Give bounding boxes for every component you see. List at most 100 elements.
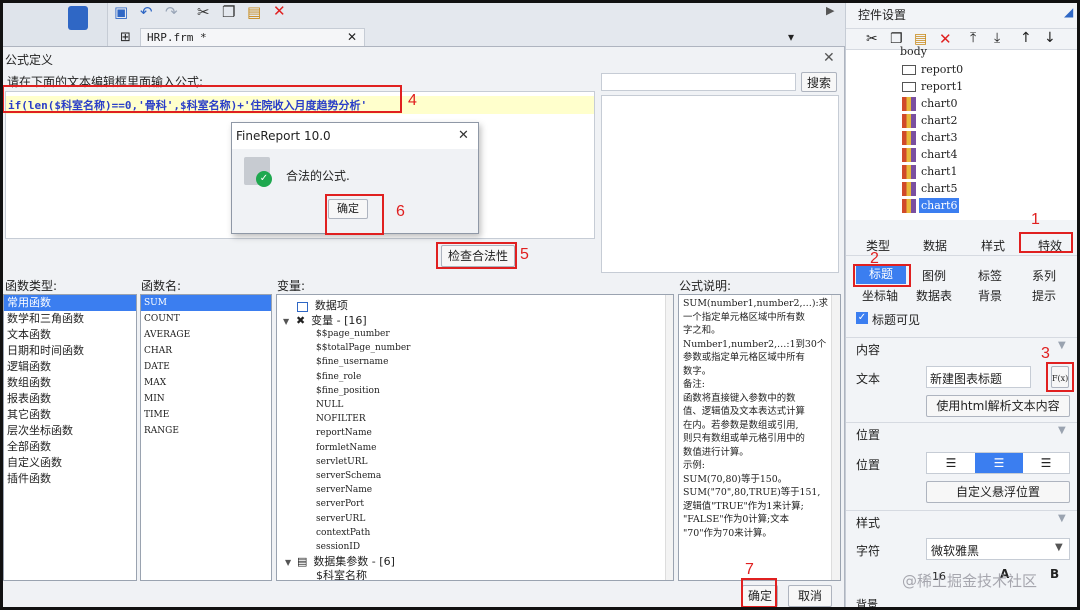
cut-icon[interactable]: ✂ (197, 3, 210, 21)
save-icon[interactable]: ▣ (114, 3, 128, 21)
list-item[interactable]: CHAR (141, 343, 271, 359)
move-down-icon[interactable]: ↓ (1044, 30, 1056, 46)
bold-icon[interactable]: B (1050, 567, 1059, 581)
list-item[interactable]: 其它函数 (4, 407, 136, 423)
custom-float-button[interactable]: 自定义悬浮位置 (926, 481, 1070, 503)
list-item[interactable]: NULL (316, 398, 410, 412)
expand-toggle-icon[interactable]: ▼ (283, 317, 289, 326)
list-item[interactable]: $fine_role (316, 370, 410, 384)
list-item[interactable]: serverPort (316, 497, 410, 511)
file-tab[interactable]: HRP.frm * ✕ (140, 28, 365, 48)
list-item[interactable]: 报表函数 (4, 391, 136, 407)
move-bottom-icon[interactable]: ⤓ (994, 30, 1000, 46)
list-item[interactable]: $科室名称 (316, 567, 367, 580)
list-item[interactable]: 常用函数 (4, 295, 136, 311)
cancel-button[interactable]: 取消 (788, 585, 832, 607)
subtab-series[interactable]: 系列 (1032, 267, 1056, 284)
subtab-axis[interactable]: 坐标轴 (862, 287, 898, 304)
tab-style[interactable]: 样式 (981, 237, 1005, 254)
search-input[interactable] (601, 73, 796, 91)
undo-icon[interactable]: ↶ (140, 3, 153, 21)
list-item[interactable]: formletName (316, 441, 410, 455)
tree-node-dataset-params[interactable]: ▼ ▤ 数据集参数 - [6] (285, 553, 395, 568)
move-up-icon[interactable]: ↑ (1020, 30, 1032, 46)
list-item[interactable]: 数组函数 (4, 375, 136, 391)
section-position-header[interactable]: 位置 ▼ (846, 422, 1080, 442)
list-item[interactable]: reportName (316, 426, 410, 440)
scrollbar[interactable] (831, 295, 840, 580)
ok-button[interactable]: 确定 (742, 585, 778, 607)
subtab-data-table[interactable]: 数据表 (916, 287, 952, 304)
align-right-icon[interactable]: ☰ (1023, 453, 1069, 473)
list-item[interactable]: 插件函数 (4, 471, 136, 487)
list-item[interactable]: $fine_username (316, 355, 410, 369)
list-item[interactable]: RANGE (141, 423, 271, 439)
list-item[interactable]: $fine_position (316, 384, 410, 398)
subtab-background[interactable]: 背景 (978, 287, 1002, 304)
align-center-icon[interactable]: ☰ (975, 453, 1023, 473)
list-item[interactable]: NOFILTER (316, 412, 410, 426)
list-item[interactable]: $$totalPage_number (316, 341, 410, 355)
tab-data[interactable]: 数据 (923, 237, 947, 254)
list-item[interactable]: MAX (141, 375, 271, 391)
variable-tree[interactable]: 数据项 ▼ ✖ 变量 - [16] $$page_number $$totalP… (276, 294, 674, 581)
font-select[interactable]: 微软雅黑 ▼ (926, 538, 1070, 560)
list-item[interactable]: SUM (141, 295, 271, 311)
scrollbar[interactable] (665, 295, 673, 580)
section-style-header[interactable]: 样式 ▼ (846, 510, 1080, 530)
copy-icon[interactable]: ❐ (222, 3, 235, 21)
list-item[interactable]: AVERAGE (141, 327, 271, 343)
tree-item[interactable]: body (880, 44, 927, 60)
list-item[interactable]: servletURL (316, 455, 410, 469)
list-item[interactable]: MIN (141, 391, 271, 407)
chevron-right-icon[interactable]: ▶ (826, 4, 834, 17)
brush-icon[interactable]: ▾ (788, 30, 794, 44)
close-tab-icon[interactable]: ✕ (347, 30, 357, 44)
list-item[interactable]: 全部函数 (4, 439, 136, 455)
func-name-list[interactable]: SUM COUNT AVERAGE CHAR DATE MAX MIN TIME… (140, 294, 272, 581)
list-item[interactable]: DATE (141, 359, 271, 375)
list-item[interactable]: 逻辑函数 (4, 359, 136, 375)
subtab-legend[interactable]: 图例 (922, 267, 946, 284)
list-item[interactable]: serverSchema (316, 469, 410, 483)
paste-icon[interactable]: ▤ (247, 3, 261, 21)
close-icon[interactable]: ✕ (458, 128, 469, 143)
search-results[interactable] (601, 95, 839, 273)
search-button[interactable]: 搜索 (801, 72, 837, 92)
delete-icon[interactable]: ✕ (939, 30, 952, 48)
align-left-icon[interactable]: ☰ (927, 453, 975, 473)
list-item[interactable]: serverURL (316, 512, 410, 526)
list-item[interactable]: 层次坐标函数 (4, 423, 136, 439)
subtab-title[interactable]: 标题 (856, 264, 906, 284)
tree-node-variables[interactable]: ▼ ✖ 变量 - [16] (283, 312, 367, 327)
form-icon[interactable] (68, 6, 88, 30)
popup-ok-button[interactable]: 确定 (328, 199, 368, 219)
list-item[interactable]: 文本函数 (4, 327, 136, 343)
close-icon[interactable]: ✕ (823, 50, 835, 66)
list-item[interactable]: 日期和时间函数 (4, 343, 136, 359)
subtab-tooltip[interactable]: 提示 (1032, 287, 1056, 304)
delete-icon[interactable]: ✕ (273, 2, 286, 20)
title-visible-checkbox[interactable]: ✓ (856, 312, 868, 324)
tab-effect[interactable]: 特效 (1038, 237, 1062, 254)
check-validity-button[interactable]: 检查合法性 (441, 245, 515, 267)
list-item[interactable]: COUNT (141, 311, 271, 327)
tree-node-data-item[interactable]: 数据项 (297, 297, 348, 312)
list-item[interactable]: 数学和三角函数 (4, 311, 136, 327)
list-item[interactable]: contextPath (316, 526, 410, 540)
subtab-label[interactable]: 标签 (978, 267, 1002, 284)
list-item[interactable]: TIME (141, 407, 271, 423)
func-type-list[interactable]: 常用函数 数学和三角函数 文本函数 日期和时间函数 逻辑函数 数组函数 报表函数… (3, 294, 137, 581)
list-item[interactable]: 自定义函数 (4, 455, 136, 471)
formula-button[interactable]: F(x) (1051, 366, 1069, 388)
list-item[interactable]: serverName (316, 483, 410, 497)
expand-toggle-icon[interactable]: ▼ (285, 558, 291, 567)
redo-icon[interactable]: ↷ (165, 3, 178, 21)
title-text-input[interactable]: 新建图表标题 (926, 366, 1031, 388)
cut-icon[interactable]: ✂ (866, 31, 878, 47)
left-nav-panel (0, 0, 108, 48)
list-item[interactable]: $$page_number (316, 327, 410, 341)
html-parse-button[interactable]: 使用html解析文本内容 (926, 395, 1070, 417)
expand-icon[interactable]: ◢ (1064, 5, 1073, 19)
move-top-icon[interactable]: ⤒ (970, 30, 976, 46)
